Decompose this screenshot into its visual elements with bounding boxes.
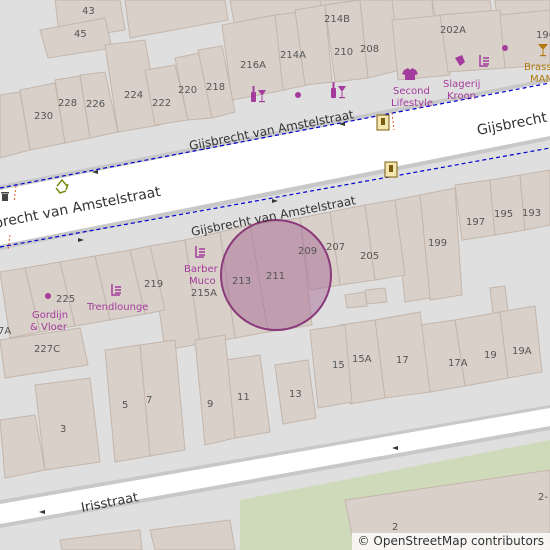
poi-label-barber: Barber — [184, 264, 219, 275]
house-number: 3 — [60, 424, 66, 435]
house-number: 2- — [538, 492, 548, 503]
poi-label-muco: Muco — [189, 276, 216, 287]
poi-label-man: MAN — [530, 74, 550, 85]
house-number: 207 — [326, 242, 345, 253]
attribution-link[interactable]: OpenStreetMap contributors — [373, 534, 544, 548]
poi-label-second-lifestyle: Second — [393, 86, 430, 97]
map-canvas[interactable]: Gijsbrecht van Amstelstraat Gijsbrecht v… — [0, 0, 550, 550]
house-number: 13 — [289, 389, 302, 400]
poi-label-gordijn: Gordijn — [32, 310, 68, 321]
house-number: 214A — [280, 50, 306, 61]
shop-dot-icon[interactable] — [502, 45, 508, 51]
house-number: 230 — [34, 111, 53, 122]
house-number: 228 — [58, 98, 77, 109]
house-number: 7A — [0, 326, 11, 337]
house-number: 11 — [237, 392, 250, 403]
house-number: 227C — [34, 344, 60, 355]
poi-label-second-lifestyle-2: Lifestyle — [391, 98, 433, 109]
house-number: 219 — [144, 279, 163, 290]
attribution: © OpenStreetMap contributors — [351, 533, 550, 550]
house-number: 19A — [512, 346, 532, 357]
copyright-symbol: © — [357, 534, 370, 548]
shop-dot-icon[interactable] — [295, 92, 301, 98]
house-number: 17 — [396, 355, 409, 366]
house-number: 220 — [178, 85, 197, 96]
house-number: 226 — [86, 99, 105, 110]
house-number: 195 — [494, 209, 513, 220]
poi-label-kroon: Kroon — [447, 91, 476, 102]
house-number: 5 — [122, 400, 128, 411]
house-number: 225 — [56, 294, 75, 305]
house-number: 216A — [240, 60, 266, 71]
waste-basket-icon[interactable] — [1, 192, 9, 201]
house-number: 208 — [360, 44, 379, 55]
poi-label-brass: Brass — [524, 62, 550, 73]
house-number: 218 — [206, 82, 225, 93]
house-number: 224 — [124, 90, 143, 101]
poi-label-trendlounge: Trendlounge — [86, 302, 148, 313]
house-number: 45 — [74, 29, 87, 40]
house-number: 213 — [232, 276, 251, 287]
house-number: 210 — [334, 47, 353, 58]
house-number: 215A — [191, 288, 217, 299]
bus-stop-icon[interactable] — [376, 114, 390, 131]
house-number: 2 — [392, 522, 398, 533]
house-number: 15 — [332, 360, 345, 371]
house-number: 196 — [536, 30, 550, 41]
poi-label-vloer: & Vloer — [30, 322, 68, 333]
house-number: 205 — [360, 251, 379, 262]
house-number: 197 — [466, 217, 485, 228]
house-number: 15A — [352, 354, 372, 365]
house-number: 202A — [440, 25, 466, 36]
house-number: 19 — [484, 350, 497, 361]
house-number: 193 — [522, 208, 541, 219]
shop-dot-icon[interactable] — [45, 293, 51, 299]
poi-label-slagerij: Slagerij — [443, 79, 480, 90]
house-number: 9 — [207, 399, 213, 410]
house-number: 7 — [146, 395, 152, 406]
house-number: 222 — [152, 98, 171, 109]
house-number: 43 — [82, 6, 95, 17]
bus-stop-icon[interactable] — [384, 161, 398, 178]
house-number: 199 — [428, 238, 447, 249]
house-number: 211 — [266, 271, 285, 282]
house-number: 209 — [298, 246, 317, 257]
map-svg: Gijsbrecht van Amstelstraat Gijsbrecht v… — [0, 0, 550, 550]
house-number: 17A — [448, 358, 468, 369]
house-number: 214B — [324, 14, 350, 25]
